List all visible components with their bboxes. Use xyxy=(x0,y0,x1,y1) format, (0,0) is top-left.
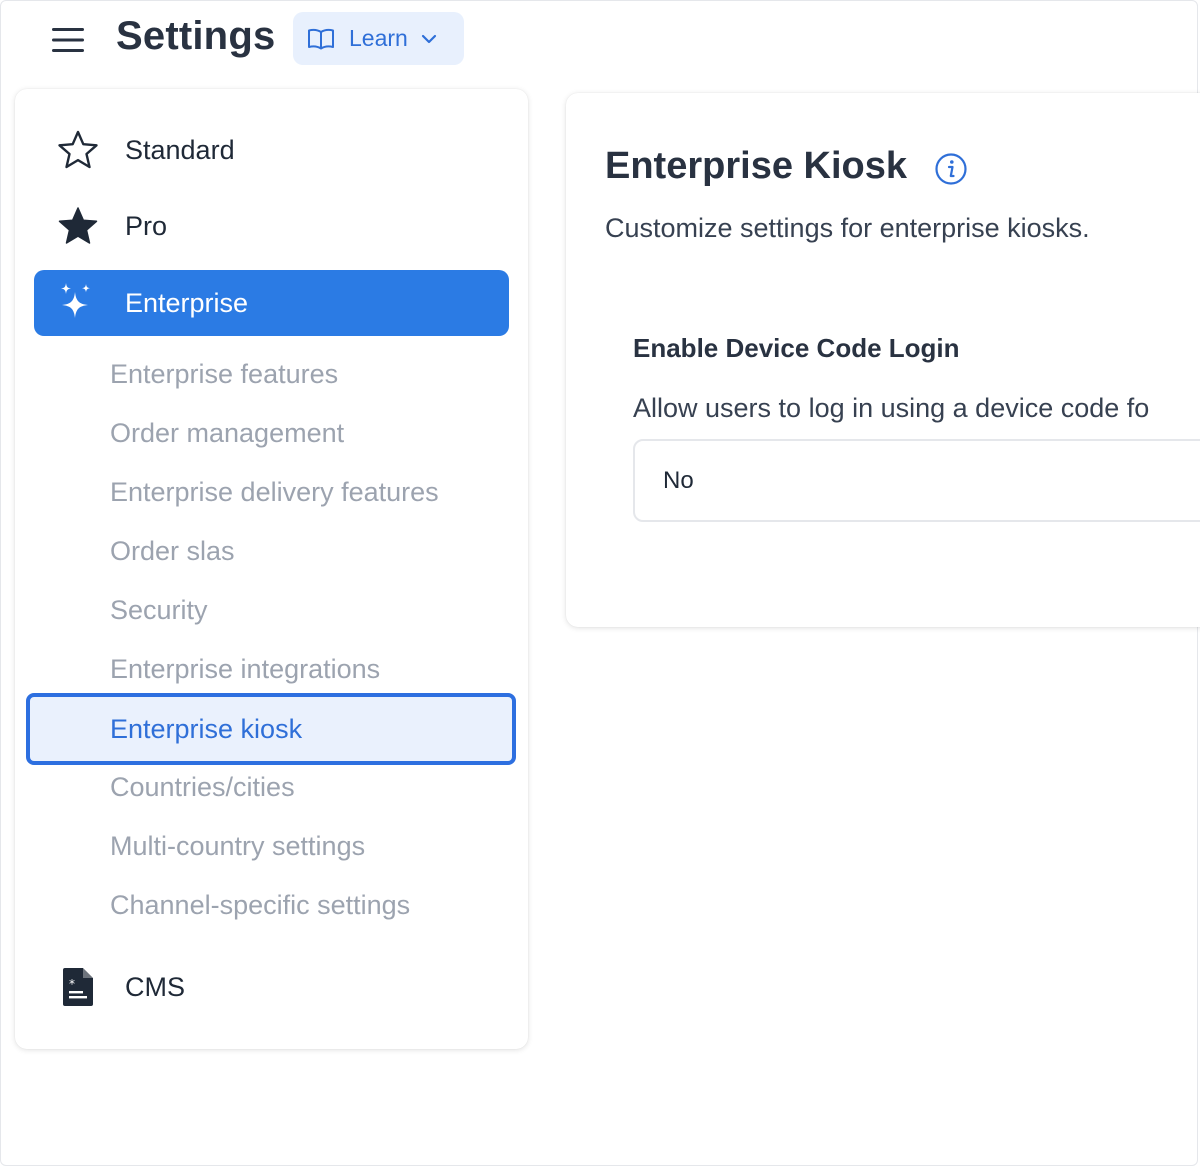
sidebar-item-label: Pro xyxy=(125,210,168,241)
sidebar-item-standard[interactable]: Standard xyxy=(34,117,509,183)
enterprise-kiosk-card: Enterprise Kiosk Customize settings for … xyxy=(566,93,1200,627)
select-value: No xyxy=(663,466,694,494)
sidebar-item-pro[interactable]: Pro xyxy=(34,193,509,259)
section-description: Customize settings for enterprise kiosks… xyxy=(605,213,1090,243)
sidebar-subitem-countries-cities[interactable]: Countries/cities xyxy=(26,758,515,817)
star-outline-icon xyxy=(55,127,101,173)
page-title: Settings xyxy=(116,14,276,58)
section-title: Enterprise Kiosk xyxy=(605,145,907,187)
sidebar-subitem-enterprise-integrations[interactable]: Enterprise integrations xyxy=(26,640,515,699)
device-code-login-select[interactable]: No xyxy=(633,439,1200,522)
field-help-text: Allow users to log in using a device cod… xyxy=(633,393,1150,423)
hamburger-icon xyxy=(52,28,84,52)
info-icon[interactable] xyxy=(934,152,968,186)
hamburger-menu-button[interactable] xyxy=(46,20,90,60)
sidebar-subitem-security[interactable]: Security xyxy=(26,581,515,640)
field-label: Enable Device Code Login xyxy=(633,333,960,363)
learn-label: Learn xyxy=(349,25,408,51)
star-filled-icon xyxy=(55,203,101,249)
sidebar-subitem-order-slas[interactable]: Order slas xyxy=(26,522,515,581)
learn-dropdown-button[interactable]: Learn xyxy=(293,12,464,65)
sidebar-subitem-multi-country-settings[interactable]: Multi-country settings xyxy=(26,817,515,876)
sidebar-item-cms[interactable]: * CMS xyxy=(34,954,509,1020)
settings-sidebar: Standard Pro Enterprise Enterprise featu… xyxy=(15,89,528,1049)
svg-text:*: * xyxy=(69,977,75,991)
document-icon: * xyxy=(55,964,101,1010)
sidebar-item-enterprise[interactable]: Enterprise xyxy=(34,270,509,336)
book-icon xyxy=(308,28,334,49)
sidebar-item-label: Enterprise xyxy=(125,287,249,318)
sidebar-subitem-enterprise-delivery-features[interactable]: Enterprise delivery features xyxy=(26,463,515,522)
sidebar-subitem-channel-specific-settings[interactable]: Channel-specific settings xyxy=(26,876,515,935)
sidebar-subitem-enterprise-features[interactable]: Enterprise features xyxy=(26,345,515,404)
chevron-down-icon xyxy=(421,34,436,43)
sidebar-item-label: Standard xyxy=(125,134,235,165)
sidebar-subitem-order-management[interactable]: Order management xyxy=(26,404,515,463)
sidebar-item-label: CMS xyxy=(125,971,185,1002)
sparkles-icon xyxy=(55,280,101,326)
sidebar-subitem-enterprise-kiosk[interactable]: Enterprise kiosk xyxy=(26,693,516,765)
